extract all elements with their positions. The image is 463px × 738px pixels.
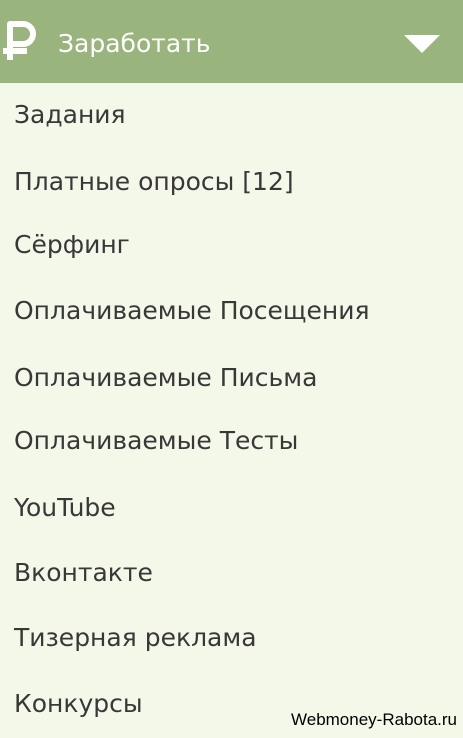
chevron-down-icon[interactable] [404, 35, 440, 53]
earn-menu-title: Заработать [58, 29, 211, 58]
menu-item-vkontakte[interactable]: Вконтакте [14, 556, 153, 590]
watermark: Webmoney-Rabota.ru [291, 710, 457, 729]
menu-item-paid-visits[interactable]: Оплачиваемые Посещения [14, 294, 369, 328]
menu-item-tasks[interactable]: Задания [14, 98, 126, 132]
earn-menu: Заработать Задания Платные опросы [12] С… [0, 0, 463, 738]
ruble-icon [3, 21, 36, 60]
menu-item-paid-surveys[interactable]: Платные опросы [12] [14, 165, 294, 199]
menu-item-surfing[interactable]: Сёрфинг [14, 228, 130, 262]
menu-item-contests[interactable]: Конкурсы [14, 687, 143, 721]
earn-menu-header[interactable]: Заработать [0, 0, 463, 83]
menu-item-paid-emails[interactable]: Оплачиваемые Письма [14, 361, 317, 395]
menu-item-teaser-ads[interactable]: Тизерная реклама [14, 621, 257, 655]
menu-item-youtube[interactable]: YouTube [14, 491, 116, 525]
menu-item-paid-tests[interactable]: Оплачиваемые Тесты [14, 424, 298, 458]
